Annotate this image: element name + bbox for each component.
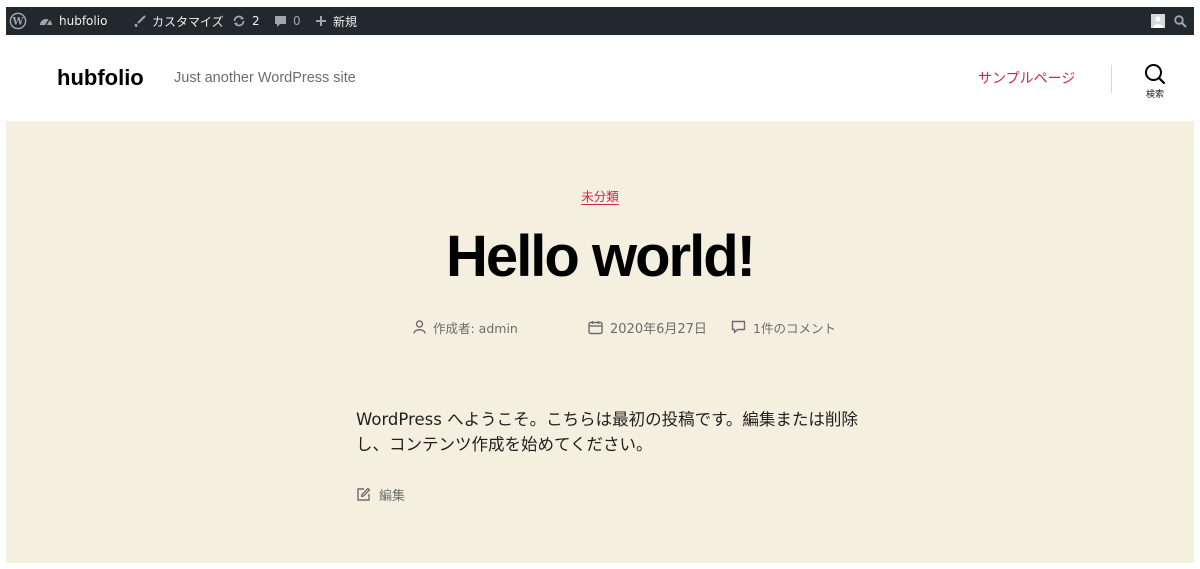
nav-item-sample-page[interactable]: サンプルページ [978,68,1075,88]
site-header: hubfolio Just another WordPress site サンプ… [6,35,1194,121]
updates-icon [232,14,246,28]
post-area: 未分類 Hello world! 作成者: admin 2020年6月27日 1… [6,121,1194,563]
edit-icon [356,487,371,502]
admin-bar-new[interactable]: 新規 [315,7,357,35]
admin-bar-search-icon[interactable] [1174,7,1187,35]
paintbrush-icon [133,14,146,28]
svg-text:W: W [11,17,24,28]
search-icon [1145,64,1166,85]
category-link[interactable]: 未分類 [581,189,619,204]
post-author[interactable]: 作成者: admin [413,315,518,339]
header-divider [1111,65,1112,93]
comment-icon [731,320,746,334]
post-content: WordPress へようこそ。こちらは最初の投稿です。編集または削除し、コンテ… [356,410,858,454]
admin-bar-site-link[interactable]: hubfolio [39,7,107,35]
admin-bar: W hubfolio カスタマイズ 2 0 新規 [6,7,1194,35]
admin-bar-site-name: hubfolio [59,14,108,28]
wordpress-logo-icon[interactable]: W [9,7,27,35]
admin-bar-comments[interactable]: 0 [274,7,301,35]
calendar-icon [588,320,603,335]
site-title[interactable]: hubfolio [57,65,144,91]
search-toggle-button[interactable]: 検索 [1140,63,1170,109]
post-title[interactable]: Hello world! [6,221,1194,293]
user-avatar[interactable] [1151,7,1165,35]
post-comments-link[interactable]: 1件のコメント [731,315,836,339]
post-date[interactable]: 2020年6月27日 [588,315,707,339]
admin-bar-updates[interactable]: 2 [232,7,260,35]
search-label: 検索 [1145,90,1164,100]
dashboard-icon [39,15,53,28]
browser-viewport: W hubfolio カスタマイズ 2 0 新規 hubfolio Just a… [6,7,1194,563]
post-category: 未分類 [6,186,1194,205]
plus-icon [315,15,327,27]
admin-bar-customize[interactable]: カスタマイズ [133,7,224,35]
user-icon [413,320,426,334]
edit-post-link[interactable]: 編集 [356,485,405,504]
comment-bubble-icon [274,15,287,28]
site-description: Just another WordPress site [174,70,356,86]
